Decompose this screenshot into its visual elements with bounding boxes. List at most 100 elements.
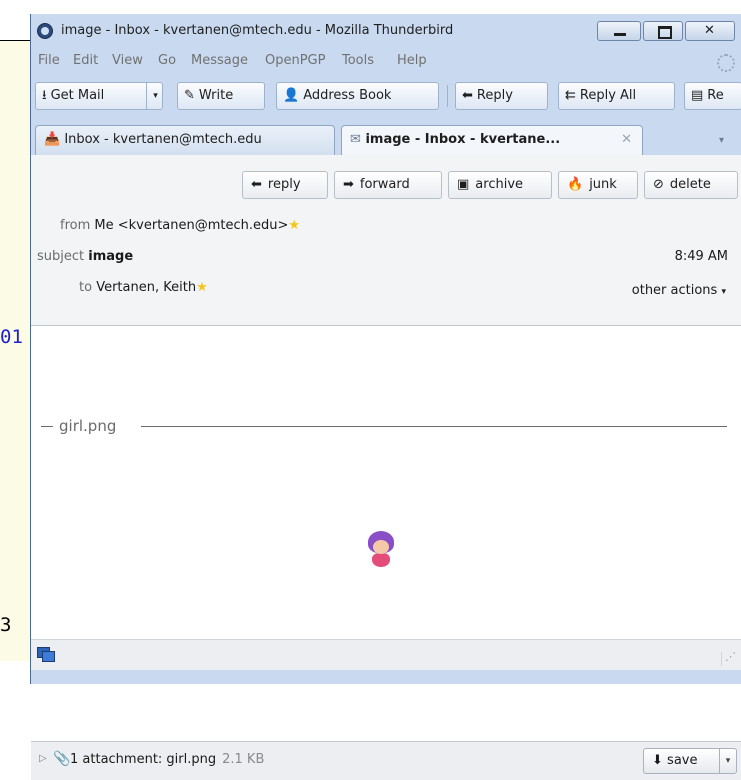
header-delete-button[interactable]: ⊘ delete [644, 171, 738, 199]
write-label: Write [198, 88, 234, 103]
tab-message[interactable]: ✉ image - Inbox - kvertane... ✕ [341, 125, 643, 155]
resize-grip-icon[interactable] [721, 650, 736, 666]
to-value[interactable]: Vertanen, Keith [96, 280, 196, 295]
menu-openpgp[interactable]: OpenPGP [265, 53, 325, 68]
close-tab-icon[interactable]: ✕ [621, 126, 632, 154]
reply-arrow-icon: ⬅ [462, 88, 473, 103]
expand-attachments-icon[interactable]: ▷ [39, 753, 47, 764]
menu-file[interactable]: File [38, 53, 60, 68]
menu-tools[interactable]: Tools [342, 53, 374, 68]
dropdown-arrow-icon: ▾ [721, 287, 726, 297]
address-book-icon: 👤 [283, 88, 300, 103]
reply-all-button[interactable]: ⇇ Reply All [558, 82, 675, 110]
attachment-summary-text: 1 attachment: girl.png [70, 752, 217, 767]
header-archive-button[interactable]: ▣ archive [448, 171, 552, 199]
save-download-icon: ⬇ [652, 753, 663, 768]
message-time: 8:49 AM [674, 249, 728, 264]
reply-arrow-icon: ⬅ [251, 177, 262, 192]
toolbar-overflow-icon: ▤ [691, 88, 704, 103]
online-status-icon[interactable] [37, 647, 55, 662]
header-archive-label: archive [475, 177, 524, 192]
get-mail-label: Get Mail [50, 88, 105, 103]
address-book-label: Address Book [303, 88, 392, 103]
header-reply-label: reply [267, 177, 301, 192]
save-label: save [667, 753, 698, 768]
truncated-button-label: Re [707, 88, 724, 103]
tab-inbox[interactable]: 📥 Inbox - kvertanen@mtech.edu [35, 125, 335, 155]
activity-throbber-icon [717, 54, 735, 72]
star-icon[interactable]: ★ [288, 218, 300, 233]
attachment-divider [141, 426, 727, 427]
maximize-button[interactable] [643, 21, 683, 41]
pencil-icon: ✎ [184, 88, 195, 103]
reply-all-icon: ⇇ [565, 88, 576, 103]
attachment-caption: girl.png [57, 417, 119, 435]
window-bottom-edge [31, 670, 741, 684]
from-label: from [60, 218, 91, 233]
message-header-pane: ⬅ reply ➡ forward ▣ archive 🔥 junk ⊘ delete f… [31, 155, 741, 326]
get-mail-dropdown-icon[interactable]: ▾ [146, 83, 162, 109]
header-junk-label: junk [589, 177, 617, 192]
archive-icon: ▣ [457, 177, 470, 192]
girl-image-attachment[interactable] [365, 531, 397, 571]
star-icon[interactable]: ★ [196, 280, 208, 295]
thunderbird-window: image - Inbox - kvertanen@mtech.edu - Mo… [30, 14, 741, 780]
header-forward-button[interactable]: ➡ forward [334, 171, 442, 199]
envelope-icon: ✉ [350, 132, 361, 147]
message-view: ⬅ reply ➡ forward ▣ archive 🔥 junk ⊘ delete f… [31, 155, 741, 780]
menu-view[interactable]: View [112, 53, 143, 68]
window-title: image - Inbox - kvertanen@mtech.edu - Mo… [61, 23, 454, 38]
menu-help[interactable]: Help [397, 53, 427, 68]
close-window-button[interactable] [685, 21, 735, 41]
subject-row: subject image [37, 249, 133, 264]
other-actions-label: other actions [631, 283, 718, 298]
junk-flame-icon: 🔥 [567, 177, 584, 192]
address-book-button[interactable]: 👤 Address Book [276, 82, 439, 110]
other-actions-menu[interactable]: other actions ▾ [632, 283, 726, 298]
tab-strip: 📥 Inbox - kvertanen@mtech.edu ✉ image - … [31, 121, 741, 155]
background-text-fragment: 3 [0, 614, 12, 636]
truncated-toolbar-button[interactable]: ▤ Re [684, 82, 741, 110]
delete-icon: ⊘ [653, 177, 664, 192]
toolbar-separator [447, 85, 448, 107]
to-label: to [79, 280, 93, 295]
reply-button[interactable]: ⬅ Reply [455, 82, 548, 110]
write-button[interactable]: ✎ Write [177, 82, 265, 110]
attachment-bar: ▷ 📎 1 attachment: girl.png 2.1 KB ⬇ save … [31, 741, 741, 780]
reply-all-label: Reply All [579, 88, 637, 103]
header-delete-label: delete [669, 177, 711, 192]
title-bar[interactable]: image - Inbox - kvertanen@mtech.edu - Mo… [31, 14, 741, 48]
header-junk-button[interactable]: 🔥 junk [558, 171, 638, 199]
attachment-summary[interactable]: 1 attachment: girl.png 2.1 KB [70, 752, 264, 767]
menu-go[interactable]: Go [158, 53, 176, 68]
inbox-icon: 📥 [44, 132, 61, 147]
subject-label: subject [37, 249, 85, 264]
minimize-button[interactable] [597, 21, 641, 41]
from-value[interactable]: Me <kvertanen@mtech.edu> [94, 218, 288, 233]
background-text-fragment: 01 [0, 326, 23, 348]
reply-label: Reply [476, 88, 513, 103]
save-dropdown-icon[interactable]: ▾ [719, 749, 736, 773]
tab-inbox-label: Inbox - kvertanen@mtech.edu [64, 132, 262, 147]
get-mail-button[interactable]: ⭳ Get Mail ▾ [35, 82, 163, 110]
header-forward-label: forward [359, 177, 410, 192]
save-attachment-button[interactable]: ⬇ save ▾ [643, 748, 737, 774]
subject-value: image [88, 249, 134, 264]
background-document-margin [0, 40, 30, 661]
paperclip-icon: 📎 [53, 751, 71, 767]
thunderbird-app-icon [37, 23, 53, 39]
tab-list-dropdown-icon[interactable]: ▾ [719, 135, 724, 146]
from-row: from Me <kvertanen@mtech.edu>★ [60, 218, 300, 233]
attachment-size: 2.1 KB [222, 752, 265, 767]
download-icon: ⭳ [42, 88, 47, 103]
forward-arrow-icon: ➡ [343, 177, 354, 192]
menu-bar: File Edit View Go Message OpenPGP Tools … [31, 50, 741, 74]
menu-message[interactable]: Message [191, 53, 248, 68]
tab-message-label: image - Inbox - kvertane... [365, 132, 561, 147]
main-toolbar: ⭳ Get Mail ▾ ✎ Write 👤 Address Book ⬅ Reply … [31, 77, 741, 117]
to-row: to Vertanen, Keith★ [79, 280, 208, 295]
attachment-divider-left [41, 426, 53, 427]
header-reply-button[interactable]: ⬅ reply [242, 171, 328, 199]
status-bar [31, 639, 741, 671]
menu-edit[interactable]: Edit [73, 53, 98, 68]
